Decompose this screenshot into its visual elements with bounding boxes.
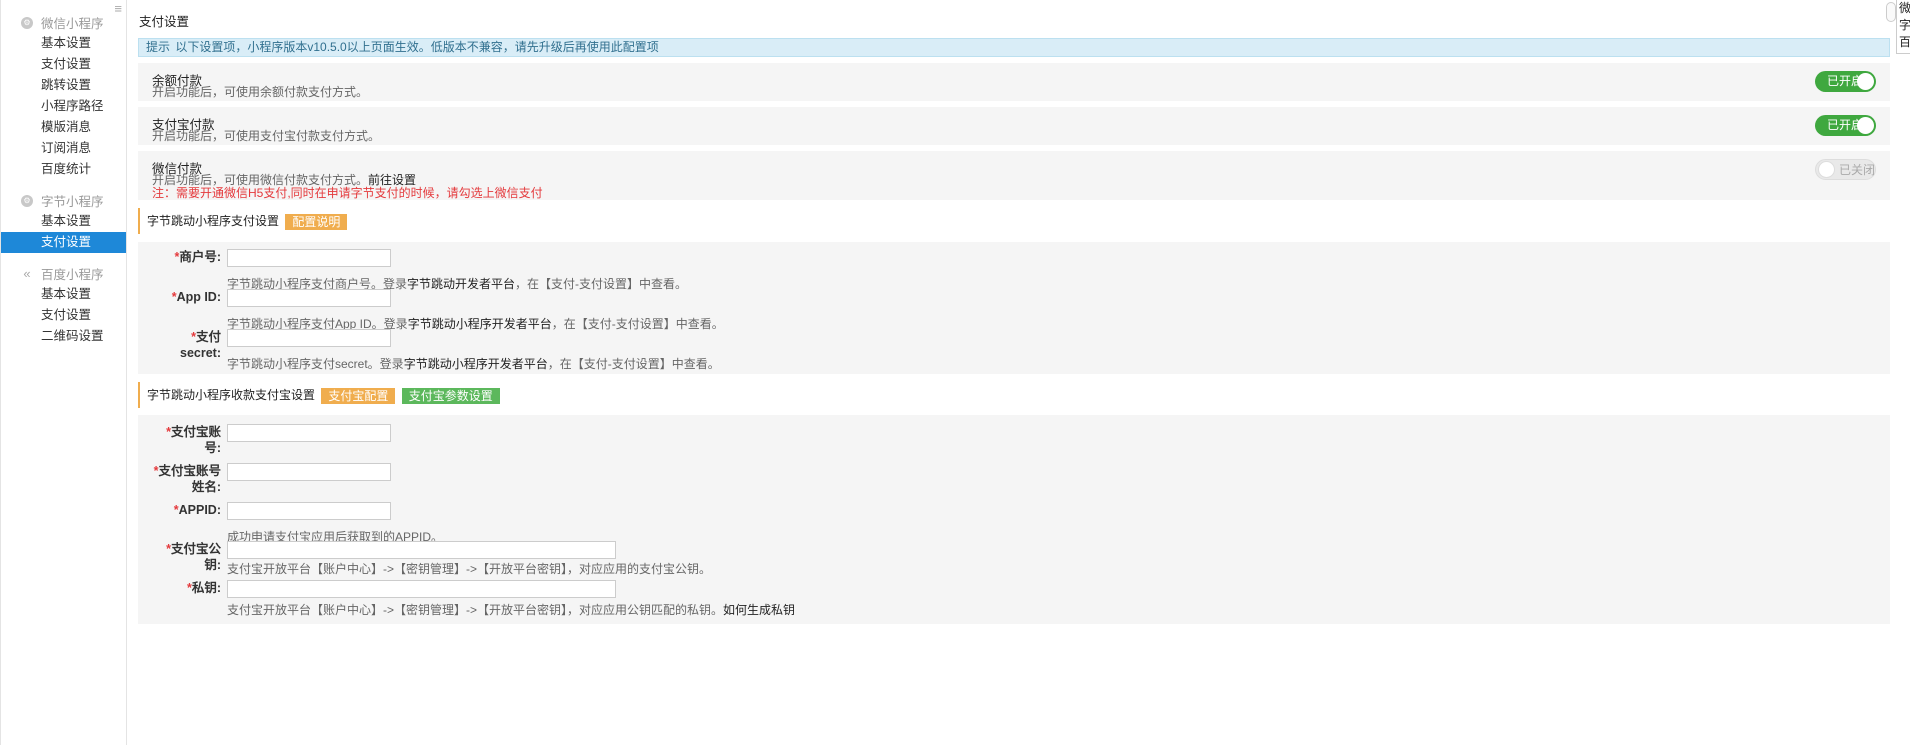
panel-text: 字: [1899, 18, 1910, 32]
payment-row-balance: 余额付款 开启功能后，可使用余额付款支付方式。 已开启: [138, 63, 1890, 101]
field-help: 支付宝开放平台【账户中心】->【密钥管理】->【开放平台密钥】，对应应用的支付宝…: [227, 562, 712, 576]
sidebar-item-wechat-template[interactable]: 模版消息: [1, 117, 126, 138]
sidebar-item-baidu-qrcode[interactable]: 二维码设置: [1, 326, 126, 347]
wechat-pay-switch[interactable]: 已关闭: [1815, 159, 1876, 180]
double-chevron-left-icon: «: [23, 265, 31, 281]
alipay-account-input[interactable]: [227, 424, 391, 442]
section-title: 字节跳动小程序支付设置: [147, 214, 280, 228]
menu-icon[interactable]: ≡: [114, 1, 122, 16]
alipay-appid-input[interactable]: [227, 502, 391, 520]
sidebar-group-baidu[interactable]: « 百度小程序: [1, 263, 126, 284]
sidebar-group-bytedance[interactable]: ⚙ 字节小程序: [1, 190, 126, 211]
bytedance-pay-form: *商户号: 字节跳动小程序支付商户号。登录字节跳动开发者平台，在【支付-支付设置…: [138, 242, 1890, 374]
field-label: *支付宝公 钥:: [166, 542, 221, 572]
field-label: *APPID:: [173, 503, 221, 517]
circle-icon: ⚙: [21, 194, 33, 207]
sidebar-group-label: 字节小程序: [41, 195, 104, 209]
scroll-handle[interactable]: [1886, 2, 1896, 22]
panel-text: 微: [1899, 1, 1910, 15]
alipay-config-button[interactable]: 支付宝配置: [321, 387, 396, 404]
panel-text: 百: [1899, 35, 1910, 49]
how-to-generate-key-link[interactable]: 如何生成私钥: [723, 603, 795, 617]
sidebar-item-baidu-pay[interactable]: 支付设置: [1, 305, 126, 326]
field-label: *商户号:: [174, 250, 221, 264]
config-help-button[interactable]: 配置说明: [285, 213, 348, 230]
sidebar: ≡ ⚙ 微信小程序 基本设置 支付设置 跳转设置 小程序路径 模版消息 订阅消息…: [0, 0, 127, 745]
field-label: *支付宝账 号:: [166, 425, 221, 455]
field-label: *App ID:: [171, 290, 221, 304]
switch-knob: [1857, 117, 1874, 134]
sidebar-item-bytedance-basic[interactable]: 基本设置: [1, 211, 126, 232]
alipay-pay-switch[interactable]: 已开启: [1815, 115, 1876, 136]
pay-secret-input[interactable]: [227, 329, 391, 347]
balance-pay-switch[interactable]: 已开启: [1815, 71, 1876, 92]
page-title: 支付设置: [139, 15, 190, 29]
notice-banner: 提示 以下设置项，小程序版本v10.5.0以上页面生效。低版本不兼容，请先升级后…: [138, 38, 1890, 57]
wechat-pay-warning: 注：需要开通微信H5支付,同时在申请字节支付的时候，请勾选上微信支付: [152, 186, 543, 200]
notice-text: 以下设置项，小程序版本v10.5.0以上页面生效。低版本不兼容，请先升级后再使用…: [175, 40, 659, 54]
field-label: *支付宝账号 姓名:: [153, 464, 221, 494]
field-help: 支付宝开放平台【账户中心】->【密钥管理】->【开放平台密钥】，对应应用公钥匹配…: [227, 603, 796, 617]
alipay-name-input[interactable]: [227, 463, 391, 481]
sidebar-item-bytedance-pay[interactable]: 支付设置: [1, 232, 126, 253]
sidebar-item-wechat-basic[interactable]: 基本设置: [1, 33, 126, 54]
switch-knob: [1818, 161, 1835, 178]
payment-desc: 开启功能后，可使用支付宝付款支付方式。: [152, 129, 381, 143]
field-help: 字节跳动小程序支付secret。登录字节跳动小程序开发者平台，在【支付-支付设置…: [227, 357, 720, 371]
sidebar-item-wechat-subscribe[interactable]: 订阅消息: [1, 138, 126, 159]
section-title: 字节跳动小程序收款支付宝设置: [147, 388, 316, 402]
switch-knob: [1857, 73, 1874, 90]
switch-label: 已关闭: [1839, 163, 1876, 177]
sidebar-item-wechat-jump[interactable]: 跳转设置: [1, 75, 126, 96]
payment-row-wechat: 微信付款 开启功能后，可使用微信付款支付方式。前往设置 注：需要开通微信H5支付…: [138, 151, 1890, 200]
sidebar-group-wechat[interactable]: ⚙ 微信小程序: [1, 12, 126, 33]
section-heading-alipay: 字节跳动小程序收款支付宝设置 支付宝配置 支付宝参数设置: [138, 382, 1890, 408]
sidebar-group-label: 百度小程序: [41, 268, 104, 282]
merchant-id-input[interactable]: [227, 249, 391, 267]
sidebar-item-baidu-basic[interactable]: 基本设置: [1, 284, 126, 305]
alipay-public-key-input[interactable]: [227, 541, 616, 559]
payment-row-alipay: 支付宝付款 开启功能后，可使用支付宝付款支付方式。 已开启: [138, 107, 1890, 145]
section-heading-bytedance-pay: 字节跳动小程序支付设置 配置说明: [138, 208, 1890, 234]
alipay-params-button[interactable]: 支付宝参数设置: [401, 387, 500, 404]
notice-label: 提示: [146, 40, 171, 54]
alipay-form: *支付宝账 号: *支付宝账号 姓名: *APPID: 成功申请支付宝应用后获取到的…: [138, 415, 1890, 624]
sidebar-group-label: 微信小程序: [41, 17, 104, 31]
field-label: *支付 secret:: [180, 330, 221, 360]
sidebar-item-wechat-baidu-stats[interactable]: 百度统计: [1, 159, 126, 180]
circle-icon: ⚙: [21, 16, 33, 29]
right-side-panel[interactable]: 微 字 百: [1896, 0, 1910, 54]
private-key-input[interactable]: [227, 580, 616, 598]
app-id-input[interactable]: [227, 289, 391, 307]
payment-desc: 开启功能后，可使用余额付款支付方式。: [152, 85, 369, 99]
sidebar-item-wechat-path[interactable]: 小程序路径: [1, 96, 126, 117]
field-label: *私钥:: [186, 581, 221, 595]
sidebar-item-wechat-pay[interactable]: 支付设置: [1, 54, 126, 75]
